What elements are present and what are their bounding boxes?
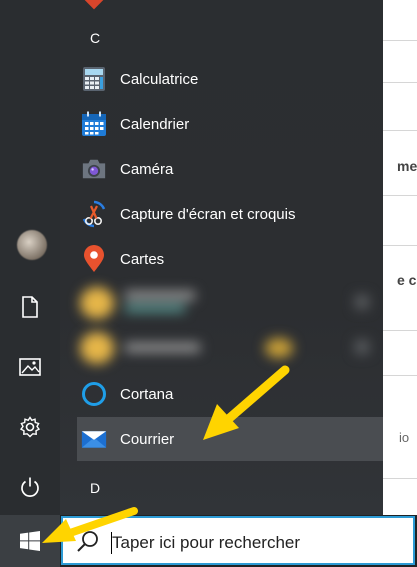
- start-button[interactable]: [0, 515, 60, 567]
- power-icon: [21, 477, 39, 497]
- section-letter-c[interactable]: C: [90, 30, 100, 46]
- camera-icon: [81, 156, 107, 182]
- maps-icon: [81, 245, 107, 272]
- app-calculatrice[interactable]: Calculatrice: [77, 59, 383, 99]
- app-cortana[interactable]: Cortana: [77, 374, 383, 414]
- power-button[interactable]: [0, 463, 60, 511]
- app-label: Courrier: [120, 431, 175, 448]
- settings-button[interactable]: [0, 403, 60, 451]
- documents-button[interactable]: [0, 283, 60, 331]
- app-camera[interactable]: Caméra: [77, 149, 383, 189]
- section-letter-d[interactable]: D: [90, 480, 100, 496]
- windows-logo-icon: [20, 531, 40, 551]
- calculator-icon: [81, 66, 107, 92]
- background-text-fragment: me: [397, 158, 417, 174]
- app-label: Capture d'écran et croquis: [120, 206, 296, 223]
- app-label: Cortana: [120, 386, 174, 403]
- app-label: Calendrier: [120, 116, 190, 133]
- app-label: Calculatrice: [120, 71, 199, 88]
- settings-icon: [19, 416, 41, 438]
- background-text-fragment: e c: [397, 272, 417, 288]
- blurred-app-row: [70, 283, 370, 323]
- cortana-icon: [81, 381, 107, 407]
- background-window: me e c io: [383, 0, 417, 515]
- app-capture-ecran[interactable]: Capture d'écran et croquis: [77, 194, 383, 234]
- search-box[interactable]: Taper ici pour rechercher: [61, 516, 415, 565]
- user-avatar[interactable]: [17, 230, 47, 260]
- blurred-app-row: [70, 328, 370, 368]
- calendar-icon: [81, 111, 107, 137]
- search-placeholder: Taper ici pour rechercher: [112, 533, 301, 552]
- pictures-button[interactable]: [0, 343, 60, 391]
- app-label: Caméra: [120, 161, 174, 178]
- app-courrier[interactable]: Courrier: [77, 417, 383, 461]
- taskbar: Taper ici pour rechercher: [0, 515, 417, 567]
- snip-sketch-icon: [81, 200, 107, 228]
- document-icon: [22, 296, 38, 318]
- mail-icon: [81, 426, 107, 452]
- app-label: Cartes: [120, 251, 165, 268]
- pictures-icon: [19, 358, 41, 376]
- background-text-fragment: io: [399, 430, 410, 445]
- app-cartes[interactable]: Cartes: [77, 239, 383, 279]
- app-calendrier[interactable]: Calendrier: [77, 104, 383, 144]
- search-icon: [77, 531, 98, 552]
- start-menu-rail: [0, 0, 60, 515]
